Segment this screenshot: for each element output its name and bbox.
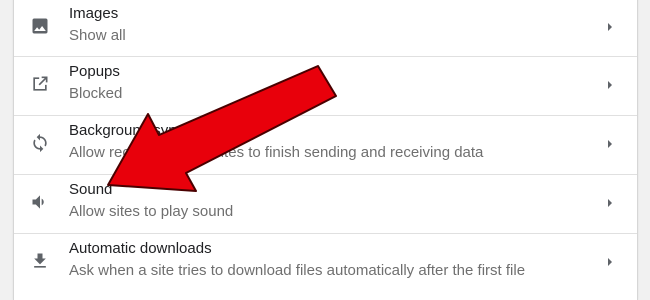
settings-row-popups[interactable]: Popups Blocked [14,56,637,114]
row-subtitle: Ask when a site tries to download files … [69,262,526,279]
settings-row-background-sync[interactable]: Background sync Allow recently closed si… [14,115,637,173]
chevron-right-icon[interactable] [605,79,615,91]
sync-icon [30,133,50,153]
chevron-right-icon[interactable] [605,256,615,268]
content-settings-panel: Images Show all Popups Blocked Backgroun… [13,0,638,300]
row-title: Images [69,5,119,22]
image-icon [30,16,50,36]
row-subtitle: Blocked [69,85,123,102]
row-subtitle: Show all [69,27,126,44]
settings-row-sound[interactable]: Sound Allow sites to play sound [14,174,637,232]
row-title: Sound [69,181,113,198]
chevron-right-icon[interactable] [605,138,615,150]
popup-icon [30,74,50,94]
volume-icon [30,192,50,212]
chevron-right-icon[interactable] [605,21,615,33]
chevron-right-icon[interactable] [605,197,615,209]
row-subtitle: Allow sites to play sound [69,203,234,220]
row-title: Popups [69,63,120,80]
download-icon [30,251,50,271]
row-subtitle: Allow recently closed sites to finish se… [69,144,484,161]
settings-row-automatic-downloads[interactable]: Automatic downloads Ask when a site trie… [14,233,637,291]
row-title: Automatic downloads [69,240,212,257]
row-title: Background sync [69,122,185,139]
settings-row-images[interactable]: Images Show all [14,0,637,56]
